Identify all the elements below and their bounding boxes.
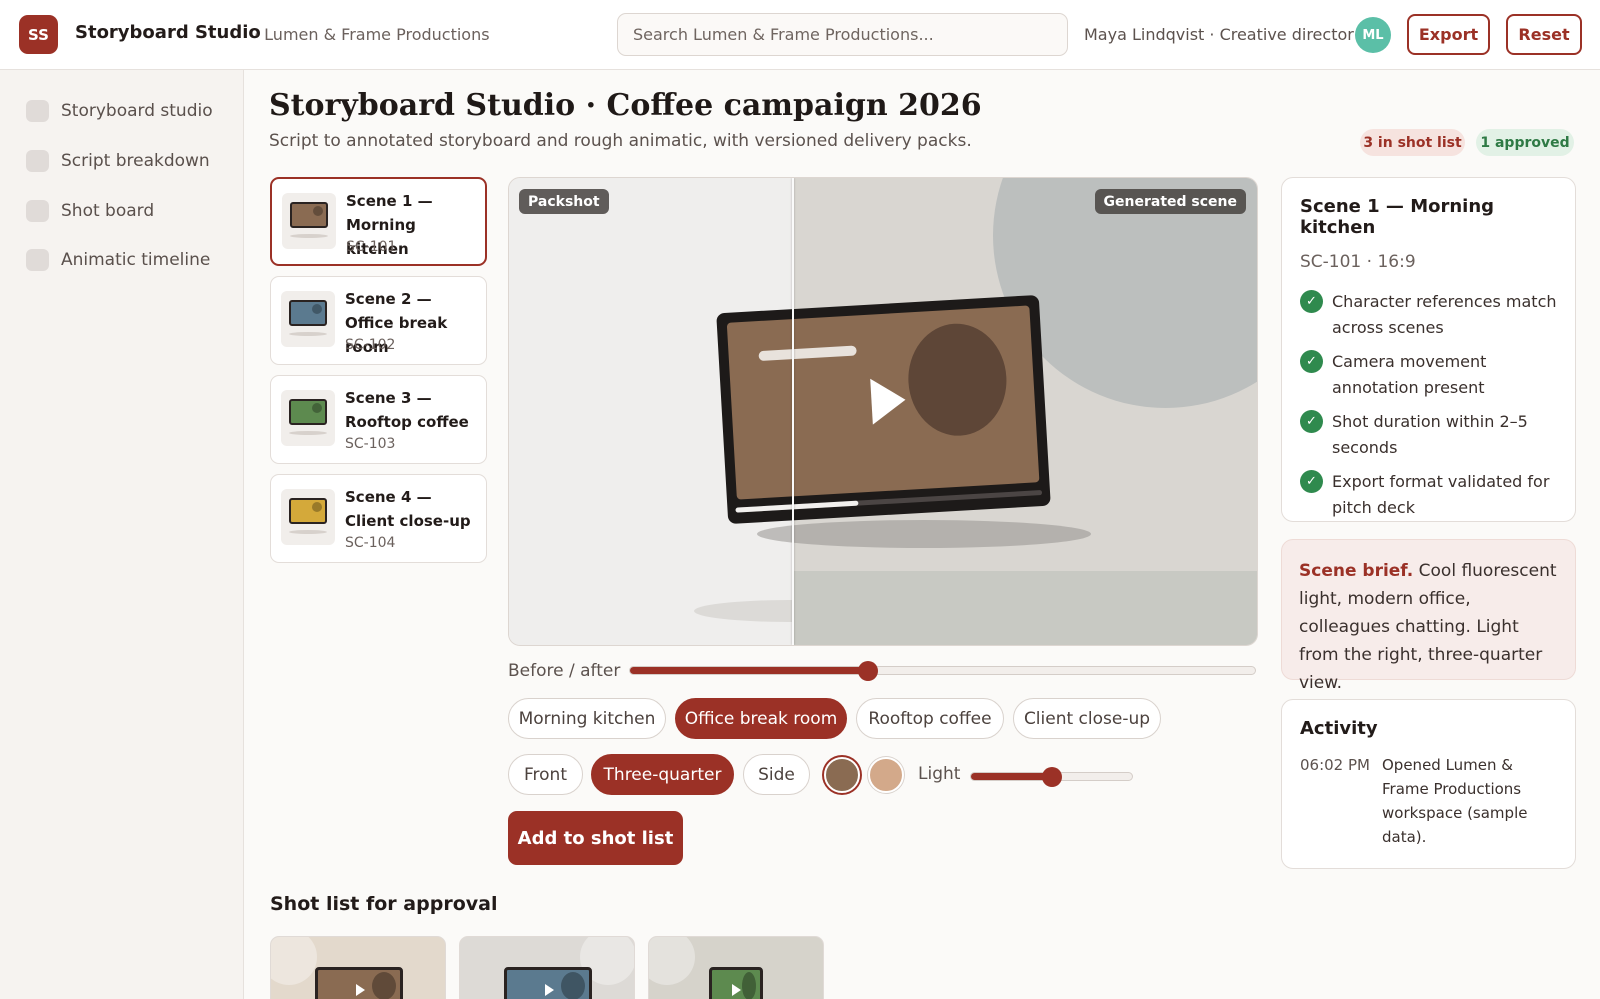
tv-icon: [289, 498, 327, 524]
checks-panel-title: Scene 1 — Morning kitchen: [1300, 196, 1495, 238]
sidebar-item-animatic-timeline[interactable]: Animatic timeline: [14, 236, 230, 283]
export-button[interactable]: Export: [1407, 14, 1490, 55]
scene-thumbnail: [281, 489, 335, 545]
play-icon: [545, 984, 554, 996]
shot-list-item[interactable]: [648, 936, 824, 999]
tv-screen: [726, 305, 1040, 500]
activity-entry: 06:02 PM Opened Lumen & Frame Production…: [1300, 753, 1557, 849]
chip-office-break-room[interactable]: Office break room: [675, 698, 847, 739]
play-icon[interactable]: [870, 376, 907, 425]
light-label: Light: [918, 764, 961, 784]
sidebar-item-label: Storyboard studio: [61, 100, 213, 121]
check-item: ✓ Camera movement annotation present: [1300, 349, 1557, 401]
scene-checks-panel: Scene 1 — Morning kitchen SC-101 · 16:9 …: [1281, 177, 1576, 522]
activity-time: 06:02 PM: [1300, 756, 1370, 774]
scene-code: SC-102: [345, 337, 396, 353]
chip-angle-front[interactable]: Front: [508, 754, 583, 795]
check-item: ✓ Character references match across scene…: [1300, 289, 1557, 341]
chip-rooftop-coffee[interactable]: Rooftop coffee: [856, 698, 1004, 739]
chip-angle-side[interactable]: Side: [743, 754, 810, 795]
scene-brief-lead: Scene brief.: [1299, 561, 1414, 581]
color-swatch-tan[interactable]: [868, 757, 904, 793]
sidebar-item-script-breakdown[interactable]: Script breakdown: [14, 137, 230, 184]
avatar[interactable]: ML: [1355, 17, 1391, 53]
scene-code: SC-103: [345, 436, 396, 452]
workspace-name: · Lumen & Frame Productions: [254, 25, 490, 44]
add-to-shot-list-button[interactable]: Add to shot list: [508, 811, 683, 865]
split-divider-handle[interactable]: [792, 178, 794, 645]
sidebar-item-label: Script breakdown: [61, 150, 210, 171]
shot-list-title: Shot list for approval: [270, 893, 498, 915]
before-after-slider[interactable]: [629, 660, 1256, 681]
scene-name: Scene 4 — Client close-up: [345, 488, 471, 530]
scene-code: SC-101: [346, 239, 397, 255]
sidebar-item-label: Animatic timeline: [61, 249, 211, 270]
top-bar: SS Storyboard Studio · Lumen & Frame Pro…: [0, 0, 1600, 70]
page-subtitle: Script to annotated storyboard and rough…: [269, 131, 972, 151]
scene-thumbnail: [281, 291, 335, 347]
sidebar: Storyboard studio Script breakdown Shot …: [0, 70, 244, 999]
generated-scene-tag: Generated scene: [1094, 189, 1246, 214]
scene-brief-panel: Scene brief. Cool fluorescent light, mod…: [1281, 539, 1576, 693]
scene-card[interactable]: Scene 2 — Office break room SC-102: [270, 276, 487, 365]
shot-list-count-badge: 3 in shot list: [1360, 129, 1465, 156]
scene-thumbnail: [282, 193, 336, 249]
sidebar-item-shot-board[interactable]: Shot board: [14, 187, 230, 234]
tv-icon: [504, 967, 592, 999]
before-after-viewer[interactable]: Packshot Generated scene: [508, 177, 1258, 646]
activity-title: Activity: [1300, 718, 1378, 739]
shot-board-icon: [26, 199, 49, 222]
approved-count-badge: 1 approved: [1476, 129, 1574, 156]
scene-card[interactable]: Scene 4 — Client close-up SC-104: [270, 474, 487, 563]
play-icon: [356, 984, 365, 996]
tv-icon: [315, 967, 403, 999]
shot-list-item[interactable]: [459, 936, 635, 999]
chip-angle-three-quarter[interactable]: Three-quarter: [591, 754, 734, 795]
scene-card[interactable]: Scene 3 — Rooftop coffee SC-103: [270, 375, 487, 464]
chip-client-close-up[interactable]: Client close-up: [1013, 698, 1161, 739]
user-name-role: Maya Lindqvist · Creative director: [1084, 25, 1354, 44]
shot-list-item[interactable]: [270, 936, 446, 999]
check-icon: ✓: [1300, 470, 1323, 493]
tv-icon: [289, 300, 327, 326]
script-icon: [26, 149, 49, 172]
page-title: Storyboard Studio · Coffee campaign 2026: [269, 88, 982, 123]
scene-name: Scene 3 — Rooftop coffee: [345, 389, 469, 431]
scene-thumbnail: [281, 390, 335, 446]
packshot-tag: Packshot: [519, 189, 609, 214]
search-input[interactable]: [617, 13, 1068, 56]
activity-panel: Activity 06:02 PM Opened Lumen & Frame P…: [1281, 699, 1576, 869]
check-icon: ✓: [1300, 350, 1323, 373]
check-icon: ✓: [1300, 290, 1323, 313]
tv-icon: [290, 202, 328, 228]
check-item: ✓ Export format validated for pitch deck: [1300, 469, 1557, 521]
timeline-icon: [26, 248, 49, 271]
check-icon: ✓: [1300, 410, 1323, 433]
sidebar-item-label: Shot board: [61, 200, 155, 221]
slider-thumb[interactable]: [1041, 766, 1062, 787]
scene-code: SC-104: [345, 535, 396, 551]
slider-thumb[interactable]: [857, 660, 878, 681]
play-icon: [732, 984, 741, 996]
color-swatch-brown[interactable]: [824, 757, 860, 793]
before-after-label: Before / after: [508, 661, 621, 681]
product-tv: [716, 294, 1051, 525]
chip-morning-kitchen[interactable]: Morning kitchen: [508, 698, 666, 739]
checks-panel-meta: SC-101 · 16:9: [1300, 252, 1416, 272]
app-logo[interactable]: SS: [19, 15, 58, 54]
sidebar-item-storyboard-studio[interactable]: Storyboard studio: [14, 87, 230, 134]
tv-icon: [289, 399, 327, 425]
tv-icon: [709, 967, 763, 999]
check-item: ✓ Shot duration within 2–5 seconds: [1300, 409, 1557, 461]
reset-button[interactable]: Reset: [1506, 14, 1582, 55]
scene-card[interactable]: Scene 1 — Morning kitchen SC-101: [270, 177, 487, 266]
storyboard-icon: [26, 99, 49, 122]
light-slider[interactable]: [970, 766, 1133, 787]
activity-text: Opened Lumen & Frame Productions workspa…: [1382, 756, 1528, 846]
app-name: Storyboard Studio: [75, 22, 261, 43]
